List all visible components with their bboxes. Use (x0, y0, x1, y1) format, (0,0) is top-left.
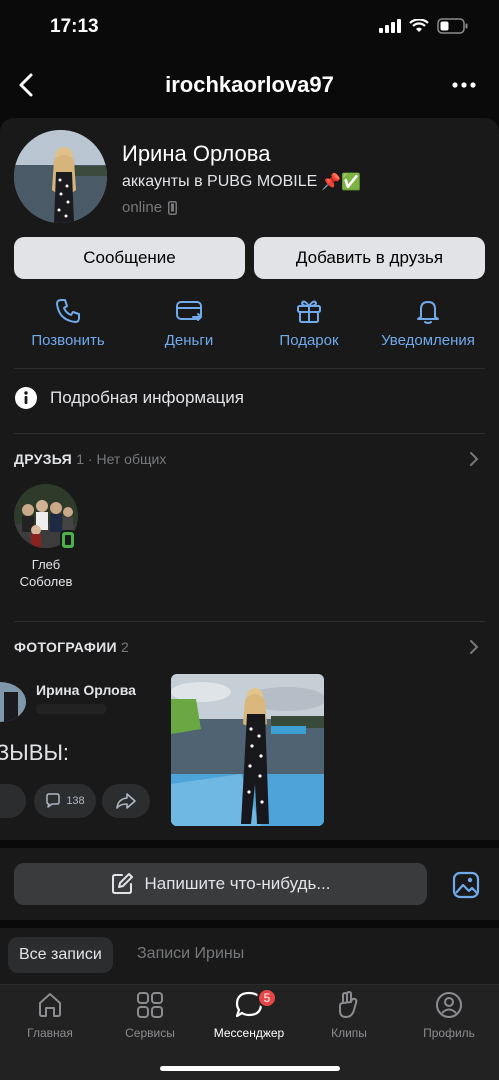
status-emojis: 📌✅ (321, 174, 362, 191)
profile-status: аккаунты в PUBG MOBILE 📌✅ (122, 172, 361, 192)
edit-icon (112, 873, 134, 894)
comments-count: 138 (66, 795, 85, 807)
phone-icon (56, 299, 80, 323)
mobile-online-icon (60, 530, 76, 550)
tabbar-label: Сервисы (125, 1026, 175, 1040)
post-meta (36, 704, 106, 714)
post-author: Ирина Орлова (36, 682, 136, 698)
chevron-right-icon[interactable] (467, 452, 481, 466)
friends-count: 1 (76, 451, 84, 467)
tabbar-item-home[interactable]: Главная (0, 990, 100, 1040)
add-friend-button[interactable]: Добавить в друзья (254, 237, 485, 279)
friends-header[interactable]: ДРУЗЬЯ 1 · Нет общих (14, 451, 166, 467)
services-icon (137, 992, 163, 1018)
profile-status-text: аккаунты в PUBG MOBILE (122, 173, 318, 190)
online-indicator: online (122, 199, 178, 216)
action-label: Деньги (164, 332, 214, 349)
status-time: 17:13 (50, 16, 99, 37)
share-button (102, 784, 150, 818)
post-composer[interactable]: Напишите что-нибудь... (14, 863, 427, 905)
details-label: Подробная информация (50, 388, 244, 407)
share-icon (116, 793, 136, 809)
bell-icon (417, 301, 439, 324)
tabbar-item-profile[interactable]: Профиль (399, 990, 499, 1040)
post-text: ЗЫВЫ: (0, 740, 70, 765)
friends-common: Нет общих (96, 451, 167, 467)
photo-image (171, 674, 324, 826)
more-icon[interactable] (449, 70, 479, 100)
comments-button: 138 (34, 784, 96, 818)
tabbar-label: Главная (27, 1026, 73, 1040)
clips-icon (339, 991, 358, 1018)
info-icon (15, 387, 37, 409)
composer-placeholder: Напишите что-нибудь... (144, 874, 331, 893)
divider (14, 621, 485, 622)
online-label: online (122, 199, 163, 216)
friend-name: Глеб Соболев (19, 557, 73, 589)
action-gift[interactable]: Подарок (249, 296, 369, 349)
battery-icon (437, 18, 468, 34)
friends-title: ДРУЗЬЯ (14, 451, 72, 467)
home-indicator (160, 1066, 340, 1071)
action-money[interactable]: Деньги (129, 296, 249, 349)
action-call[interactable]: Позвонить (8, 296, 128, 349)
nav-bar: irochkaorlova97 (0, 56, 499, 116)
divider (14, 368, 485, 369)
photos-count: 2 (121, 639, 129, 655)
post-author-avatar (0, 682, 26, 722)
message-button[interactable]: Сообщение (14, 237, 245, 279)
tab-all-posts[interactable]: Все записи (8, 937, 113, 973)
status-icons (379, 18, 469, 34)
photo-post-preview[interactable]: Ирина Орлова ЗЫВЫ: 138 (0, 674, 160, 826)
money-icon (176, 301, 203, 321)
photos-title: ФОТОГРАФИИ (14, 639, 117, 655)
photo-thumbnail[interactable] (171, 674, 324, 826)
tabbar-item-services[interactable]: Сервисы (100, 990, 200, 1040)
messenger-badge: 5 (257, 988, 277, 1008)
mobile-device-icon (168, 200, 178, 215)
tabbar-label: Клипы (331, 1026, 367, 1040)
action-label: Уведомления (381, 332, 475, 349)
tab-own-posts[interactable]: Записи Ирины (137, 945, 244, 963)
wifi-icon (409, 19, 429, 32)
like-button (0, 784, 26, 818)
action-label: Подарок (279, 332, 339, 349)
avatar[interactable] (14, 130, 107, 223)
page-title: irochkaorlova97 (165, 72, 334, 97)
action-notifications[interactable]: Уведомления (368, 296, 488, 349)
profile-name: Ирина Орлова (122, 141, 271, 166)
avatar-photo (14, 130, 107, 223)
divider (14, 433, 485, 434)
action-label: Позвонить (31, 332, 105, 349)
home-icon (39, 993, 61, 1017)
signal-icon (379, 19, 401, 33)
gift-icon (297, 300, 321, 323)
tabbar-label: Профиль (423, 1026, 475, 1040)
tabbar-label: Мессенджер (213, 1026, 285, 1040)
status-bar: 17:13 (0, 0, 499, 56)
profile-icon (436, 992, 462, 1018)
photos-header[interactable]: ФОТОГРАФИИ 2 (14, 639, 129, 655)
tabbar-item-messenger[interactable]: Мессенджер (199, 990, 299, 1040)
photo-upload-icon[interactable] (452, 871, 480, 899)
tabbar-item-clips[interactable]: Клипы (299, 990, 399, 1040)
chevron-right-icon[interactable] (467, 640, 481, 654)
comment-icon (46, 793, 61, 808)
details-row[interactable]: Подробная информация (14, 386, 244, 410)
